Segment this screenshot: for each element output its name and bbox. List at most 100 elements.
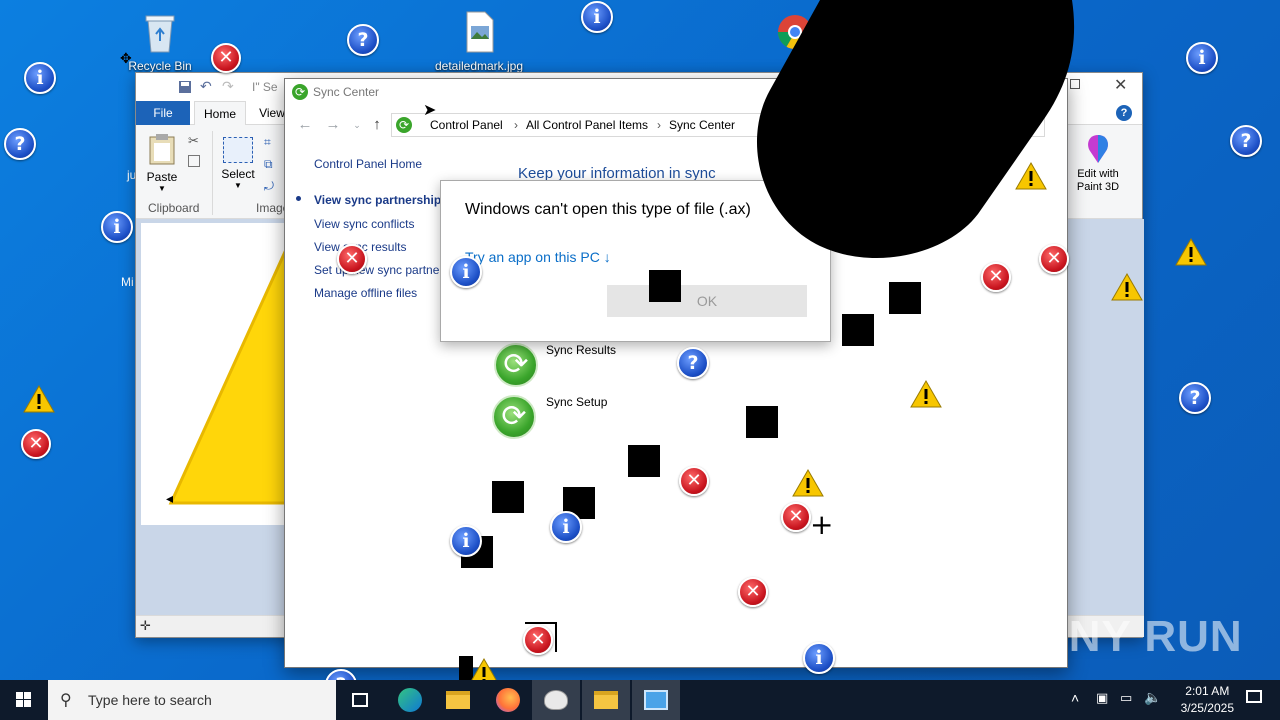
warning-icon xyxy=(1015,162,1047,190)
error-icon: ✕ xyxy=(981,262,1011,292)
qat-customize-label: I" Se xyxy=(252,80,278,94)
paint-palette-icon xyxy=(544,690,568,710)
taskbar-explorer-window[interactable] xyxy=(582,680,630,720)
sync-setup-icon[interactable] xyxy=(492,395,536,439)
move-cursor-icon: ✛ xyxy=(140,618,151,633)
clock-date: 3/25/2025 xyxy=(1180,701,1234,715)
undo-icon[interactable]: ↶ xyxy=(200,78,212,95)
warning-icon xyxy=(1175,238,1207,266)
glitch-block xyxy=(628,445,660,477)
paint3d-icon xyxy=(1088,135,1108,163)
pointer-cursor-icon: ➤ xyxy=(423,102,437,119)
back-icon[interactable]: ← xyxy=(295,115,315,135)
info-icon: i xyxy=(450,256,482,288)
taskbar-paint[interactable] xyxy=(532,680,580,720)
warning-icon xyxy=(1111,273,1143,301)
resize-icon[interactable]: ⧉ xyxy=(264,157,273,172)
info-icon: i xyxy=(450,525,482,557)
taskbar-search-box[interactable]: ⚲ Type here to search xyxy=(48,680,336,720)
tab-file[interactable]: File xyxy=(136,101,190,125)
desktop-icon-label-partial: Mi xyxy=(121,275,134,289)
up-icon[interactable]: ↑ xyxy=(367,115,387,135)
crosshair-cursor-icon: + xyxy=(810,508,834,541)
breadcrumb-control-panel[interactable]: Control Panel xyxy=(430,118,503,132)
select-rect-icon xyxy=(223,137,253,163)
forward-icon[interactable]: → xyxy=(323,115,343,135)
crop-icon[interactable]: ⌗ xyxy=(264,135,271,150)
info-icon: i xyxy=(581,1,613,33)
nav-set-up-sync-partnership[interactable]: Set up new sync partner xyxy=(314,263,443,277)
try-app-link[interactable]: Try an app on this PC ↓ xyxy=(465,249,611,265)
error-icon: ✕ xyxy=(337,244,367,274)
error-icon: ✕ xyxy=(781,502,811,532)
breadcrumb-all-items[interactable]: All Control Panel Items xyxy=(526,118,648,132)
cut-icon[interactable]: ✂ xyxy=(188,133,199,149)
glitch-block xyxy=(746,406,778,438)
sync-center-icon: ⟳ xyxy=(292,84,308,100)
help-icon[interactable]: ? xyxy=(1116,105,1132,121)
task-view-icon xyxy=(352,693,368,707)
close-icon[interactable]: ✕ xyxy=(1114,75,1127,95)
yellow-triangle-shape xyxy=(168,242,289,505)
error-icon: ✕ xyxy=(211,43,241,73)
notification-badge xyxy=(1246,690,1262,703)
info-icon: i xyxy=(803,642,835,674)
select-button[interactable]: Select ▼ xyxy=(220,133,256,190)
copy-icon[interactable] xyxy=(188,155,200,167)
info-icon: i xyxy=(101,211,133,243)
glitch-block xyxy=(649,270,681,302)
clock-time: 2:01 AM xyxy=(1185,684,1230,698)
tray-device-icon[interactable]: ▣ xyxy=(1096,690,1108,706)
clock[interactable]: 2:01 AM 3/25/2025 xyxy=(1181,683,1234,717)
ok-button[interactable]: OK xyxy=(607,285,807,317)
error-icon: ✕ xyxy=(679,466,709,496)
paste-label: Paste xyxy=(146,170,178,184)
nav-manage-offline-files[interactable]: Manage offline files xyxy=(314,286,417,300)
chevron-down-icon: ▼ xyxy=(234,181,242,190)
error-icon: ✕ xyxy=(1039,244,1069,274)
glitch-block xyxy=(842,314,874,346)
info-icon: i xyxy=(24,62,56,94)
question-icon: ? xyxy=(677,347,709,379)
show-hidden-icons-icon[interactable]: ˄ xyxy=(1071,690,1079,706)
recent-chevron-icon[interactable]: ⌄ xyxy=(347,115,367,135)
task-view-button[interactable] xyxy=(336,680,384,720)
notification-icon[interactable] xyxy=(1246,690,1266,710)
redo-icon[interactable]: ↷ xyxy=(222,78,234,95)
desktop-icon-label: detailedmark.jpg xyxy=(434,59,524,73)
info-icon: i xyxy=(550,511,582,543)
taskbar-firefox[interactable] xyxy=(484,680,532,720)
nav-view-sync-conflicts[interactable]: View sync conflicts xyxy=(314,217,414,231)
paste-button[interactable]: Paste ▼ xyxy=(144,133,180,193)
warning-icon xyxy=(23,385,55,413)
move-cursor-icon: ✥ xyxy=(120,50,132,66)
sync-results-icon[interactable] xyxy=(494,343,538,387)
breadcrumb-sync-center[interactable]: Sync Center xyxy=(669,118,735,132)
start-button[interactable] xyxy=(0,680,48,720)
redaction-blob xyxy=(756,0,1075,259)
warning-icon xyxy=(792,469,824,497)
question-icon: ? xyxy=(347,24,379,56)
taskbar-file-explorer[interactable] xyxy=(434,680,482,720)
search-placeholder: Type here to search xyxy=(88,692,212,708)
tab-home[interactable]: Home xyxy=(194,101,246,125)
save-icon[interactable] xyxy=(178,80,192,94)
taskbar: ⚲ Type here to search ˄ ▣ ▭ 🔈 2:01 AM 3/… xyxy=(0,680,1280,720)
nav-view-sync-partnerships[interactable]: View sync partnerships xyxy=(314,193,448,207)
volume-icon[interactable]: 🔈 xyxy=(1144,689,1161,706)
taskbar-control-panel[interactable] xyxy=(632,680,680,720)
question-icon: ? xyxy=(4,128,36,160)
network-icon[interactable]: ▭ xyxy=(1120,690,1132,706)
window-title: Sync Center xyxy=(313,85,380,99)
error-icon: ✕ xyxy=(523,625,553,655)
sync-results-label[interactable]: Sync Results xyxy=(546,343,616,357)
jpg-file-shortcut[interactable]: detailedmark.jpg xyxy=(434,10,524,73)
sync-setup-label[interactable]: Sync Setup xyxy=(546,395,607,409)
question-icon: ? xyxy=(1230,125,1262,157)
clipboard-icon xyxy=(149,134,175,165)
select-label: Select xyxy=(221,167,255,181)
nav-control-panel-home[interactable]: Control Panel Home xyxy=(314,157,422,171)
rotate-icon[interactable]: ⤾ xyxy=(264,179,274,194)
drawing-canvas[interactable] xyxy=(141,223,289,525)
taskbar-edge[interactable] xyxy=(386,680,434,720)
